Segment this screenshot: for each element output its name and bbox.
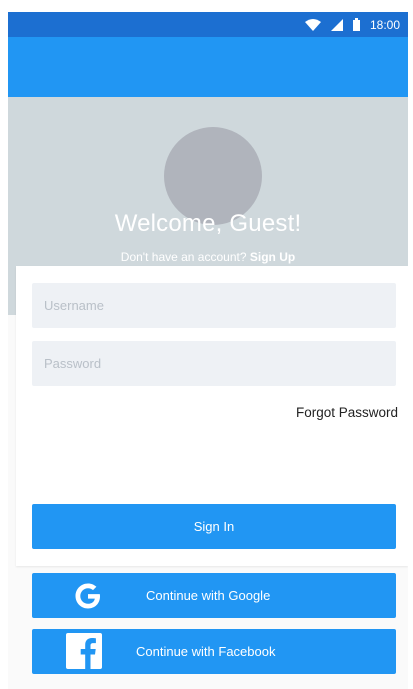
app-screen: 18:00 Welcome, Guest! Don't have an acco… — [8, 12, 408, 689]
device-frame: 18:00 Welcome, Guest! Don't have an acco… — [0, 0, 413, 689]
status-time: 18:00 — [369, 17, 400, 32]
password-input[interactable] — [32, 341, 396, 386]
forgot-password-link[interactable]: Forgot Password — [296, 405, 398, 420]
welcome-title: Welcome, Guest! — [114, 210, 302, 237]
signup-prompt-text: Don't have an account? — [120, 250, 247, 264]
username-input[interactable] — [32, 283, 396, 328]
wifi-icon — [304, 18, 321, 31]
sign-in-button[interactable]: Sign In — [32, 504, 396, 549]
login-card: Forgot Password Sign In — [16, 266, 408, 566]
google-button-label: Continue with Google — [146, 588, 271, 603]
facebook-icon — [66, 633, 102, 669]
battery-icon — [352, 18, 360, 31]
google-icon — [72, 580, 104, 612]
signal-icon — [330, 18, 343, 31]
signup-link[interactable]: Sign Up — [250, 250, 295, 264]
app-bar — [8, 37, 408, 97]
status-bar: 18:00 — [8, 12, 408, 37]
signup-prompt: Don't have an account? Sign Up — [8, 250, 408, 264]
facebook-button-label: Continue with Facebook — [136, 644, 276, 659]
continue-with-facebook-button[interactable]: Continue with Facebook — [32, 629, 396, 674]
continue-with-google-button[interactable]: Continue with Google — [32, 573, 396, 618]
